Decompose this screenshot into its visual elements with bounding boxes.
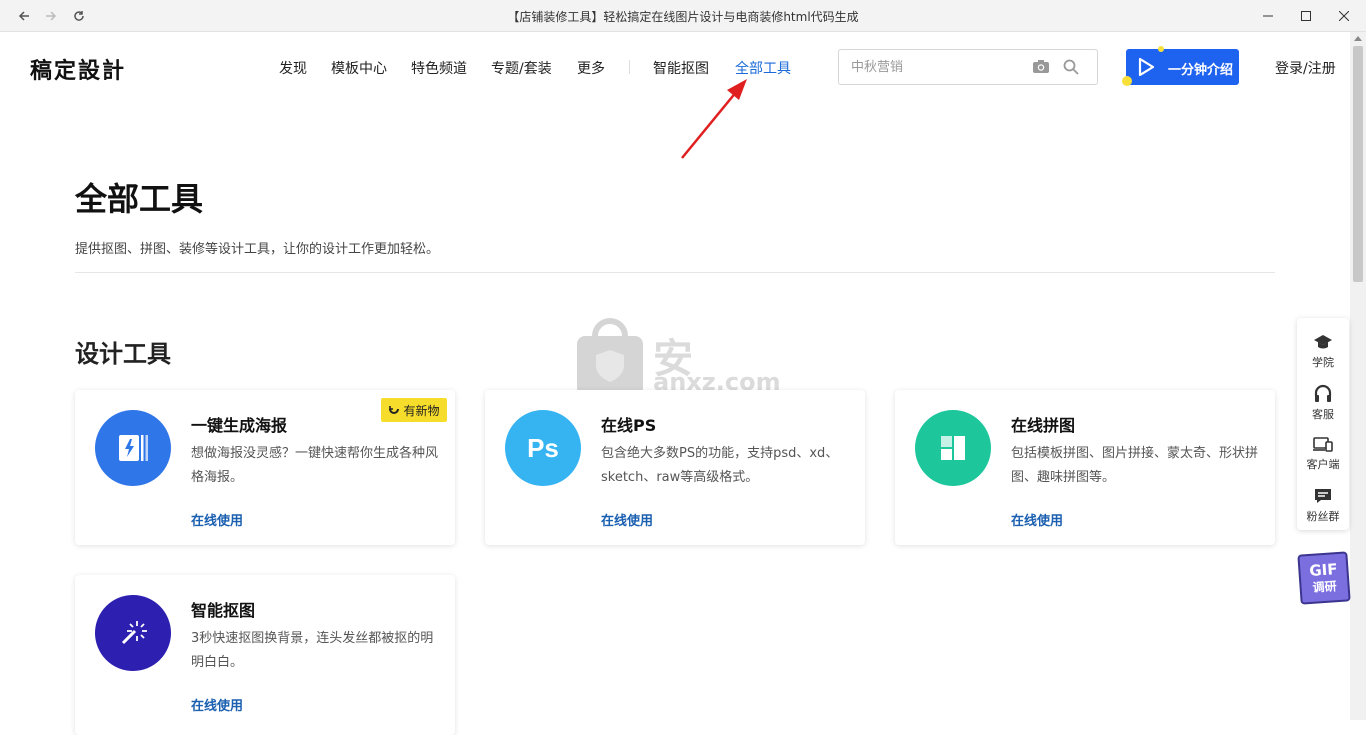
devices-icon bbox=[1313, 437, 1333, 452]
search-icon[interactable] bbox=[1063, 59, 1079, 75]
card-description: 想做海报没灵感？一键快速帮你生成各种风格海报。 bbox=[191, 446, 439, 485]
window-titlebar: 【店铺装修工具】轻松搞定在线图片设计与电商装修html代码生成 bbox=[0, 0, 1366, 32]
card-title: 在线PS bbox=[601, 416, 657, 435]
scrollbar-thumb[interactable] bbox=[1353, 46, 1363, 282]
annotation-arrow-icon bbox=[681, 79, 747, 159]
poster-icon bbox=[95, 410, 171, 486]
graduation-cap-icon bbox=[1314, 335, 1332, 349]
tool-card-collage[interactable]: 在线拼图 包括模板拼图、图片拼接、蒙太奇、形状拼图、趣味拼图等。 在线使用 bbox=[895, 390, 1275, 545]
minimize-button[interactable] bbox=[1258, 6, 1278, 26]
close-icon bbox=[1339, 11, 1349, 21]
collage-glyph bbox=[941, 436, 965, 460]
ps-icon: Ps bbox=[505, 410, 581, 486]
camera-icon[interactable] bbox=[1032, 59, 1050, 75]
new-badge: 有新物 bbox=[381, 398, 447, 422]
site-logo[interactable]: 稿定設計 bbox=[30, 53, 126, 85]
nav-template-center[interactable]: 模板中心 bbox=[331, 58, 387, 78]
float-item-label: 粉丝群 bbox=[1306, 510, 1340, 523]
divider bbox=[75, 272, 1275, 273]
intro-video-button[interactable]: 一分钟介绍 bbox=[1122, 46, 1239, 86]
use-online-link[interactable]: 在线使用 bbox=[191, 510, 243, 529]
float-item-fan-group[interactable]: 粉丝群 bbox=[1297, 478, 1349, 530]
floating-menu: 学院 客服 客户端 粉丝群 bbox=[1297, 318, 1349, 530]
card-title: 智能抠图 bbox=[191, 601, 256, 620]
tool-card-online-ps[interactable]: Ps 在线PS 包含绝大多数PS的功能，支持psd、xd、sketch、raw等… bbox=[485, 390, 865, 545]
search-input[interactable] bbox=[851, 58, 1021, 76]
maximize-icon bbox=[1301, 11, 1311, 21]
gif-survey-line2: 调研 bbox=[1312, 579, 1338, 595]
intro-video-label: 一分钟介绍 bbox=[1168, 63, 1234, 78]
login-register-link[interactable]: 登录/注册 bbox=[1275, 58, 1336, 78]
section-title: 设计工具 bbox=[75, 340, 171, 368]
search-box bbox=[838, 49, 1098, 85]
maximize-button[interactable] bbox=[1296, 6, 1316, 26]
tool-card-poster[interactable]: 一键生成海报 有新物 想做海报没灵感？一键快速帮你生成各种风格海报。 在线使用 bbox=[75, 390, 455, 545]
ps-icon-text: Ps bbox=[527, 432, 559, 463]
card-title: 一键生成海报 bbox=[191, 416, 288, 435]
card-description: 包括模板拼图、图片拼接、蒙太奇、形状拼图、趣味拼图等。 bbox=[1011, 446, 1259, 485]
card-description: 3秒快速抠图换背景，连头发丝都被抠的明明白白。 bbox=[191, 631, 434, 670]
float-item-support[interactable]: 客服 bbox=[1297, 376, 1349, 428]
decorative-dot bbox=[1158, 46, 1164, 52]
play-icon bbox=[1138, 57, 1155, 77]
smile-icon bbox=[389, 406, 400, 414]
float-item-label: 客户端 bbox=[1306, 458, 1340, 471]
shield-bag-icon bbox=[577, 318, 643, 396]
card-description: 包含绝大多数PS的功能，支持psd、xd、sketch、raw等高级格式。 bbox=[601, 446, 839, 485]
magic-wand-glyph bbox=[121, 621, 147, 645]
nav-featured-channel[interactable]: 特色频道 bbox=[411, 58, 467, 78]
page-description: 提供抠图、拼图、装修等设计工具，让你的设计工作更加轻松。 bbox=[75, 242, 440, 257]
card-title: 在线拼图 bbox=[1011, 416, 1076, 435]
float-item-label: 学院 bbox=[1312, 356, 1334, 369]
scroll-up-icon[interactable] bbox=[1354, 36, 1362, 41]
close-button[interactable] bbox=[1334, 6, 1354, 26]
tool-card-smart-cutout[interactable]: 智能抠图 3秒快速抠图换背景，连头发丝都被抠的明明白白。 在线使用 bbox=[75, 575, 455, 735]
poster-glyph bbox=[119, 435, 148, 461]
window-title: 【店铺装修工具】轻松搞定在线图片设计与电商装修html代码生成 bbox=[507, 10, 859, 24]
scrollbar[interactable] bbox=[1350, 32, 1366, 720]
use-online-link[interactable]: 在线使用 bbox=[1011, 510, 1063, 529]
gif-survey-button[interactable]: GIF 调研 bbox=[1297, 551, 1351, 605]
float-item-academy[interactable]: 学院 bbox=[1297, 324, 1349, 376]
float-item-client[interactable]: 客户端 bbox=[1297, 426, 1349, 478]
nav-topics[interactable]: 专题/套装 bbox=[491, 58, 552, 78]
new-badge-label: 有新物 bbox=[403, 403, 440, 418]
magic-wand-icon bbox=[95, 595, 171, 671]
float-item-label: 客服 bbox=[1312, 408, 1334, 421]
minimize-icon bbox=[1263, 15, 1273, 17]
nav-more[interactable]: 更多 bbox=[577, 58, 605, 78]
chat-icon bbox=[1315, 489, 1331, 503]
nav-discover[interactable]: 发现 bbox=[279, 58, 307, 78]
collage-icon bbox=[915, 410, 991, 486]
headset-icon bbox=[1314, 384, 1332, 402]
use-online-link[interactable]: 在线使用 bbox=[191, 695, 243, 714]
decorative-dot bbox=[1122, 76, 1132, 86]
use-online-link[interactable]: 在线使用 bbox=[601, 510, 653, 529]
page-title: 全部工具 bbox=[75, 180, 204, 218]
nav-divider bbox=[629, 60, 630, 74]
